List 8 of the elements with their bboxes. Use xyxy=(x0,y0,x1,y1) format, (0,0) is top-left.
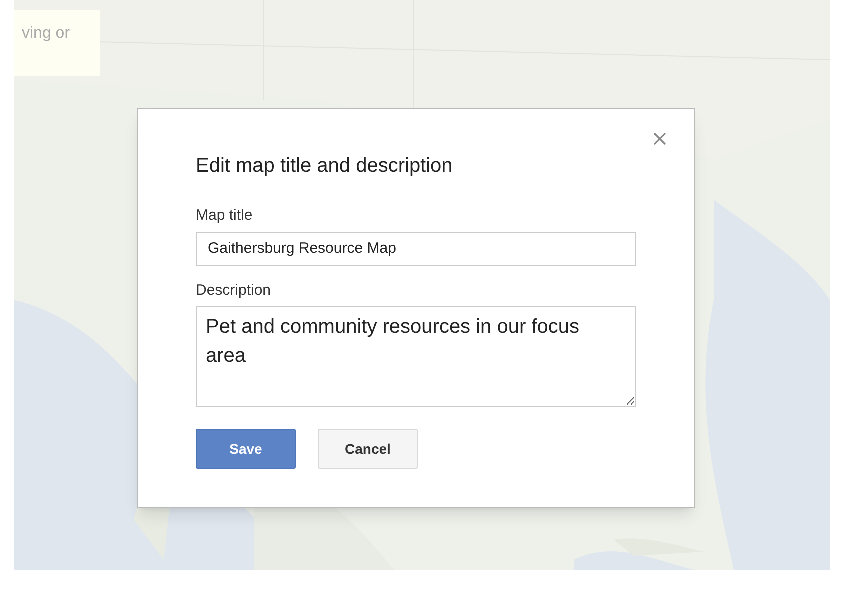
input-field[interactable]: Gaithersburg Resource Map xyxy=(196,232,636,266)
dialog-title: Edit map title and description xyxy=(196,154,454,179)
save-button[interactable]: Save xyxy=(196,429,296,469)
input-field[interactable]: Pet and community resources in our focus area xyxy=(196,306,636,407)
panel-text: ving or xyxy=(22,25,70,42)
field-label: Map title xyxy=(196,206,254,226)
field-label: Description xyxy=(196,280,272,300)
cancel-button[interactable]: Cancel xyxy=(318,429,418,469)
